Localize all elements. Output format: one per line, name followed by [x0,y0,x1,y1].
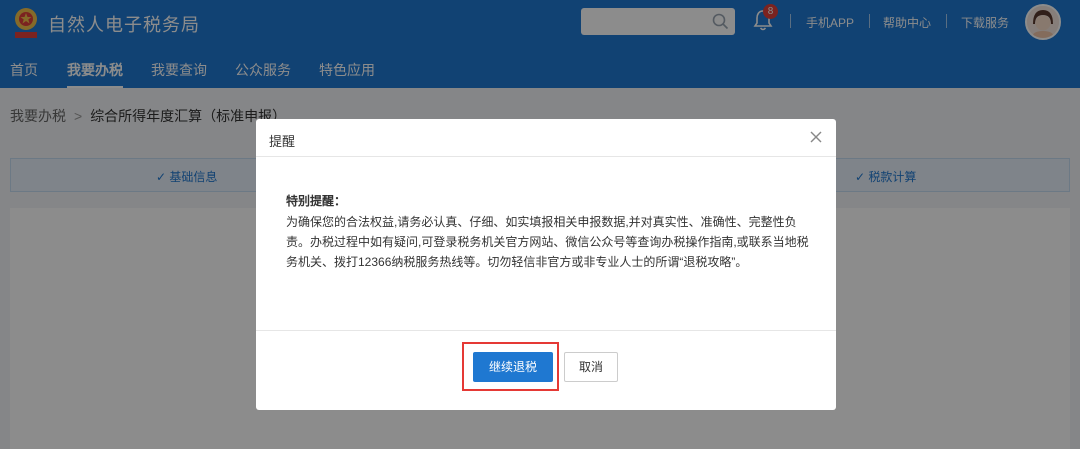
close-icon[interactable] [808,129,824,145]
notice-heading: 特别提醒： [286,194,347,208]
continue-refund-button[interactable]: 继续退税 [473,352,553,382]
dialog-title: 提醒 [269,134,296,149]
dialog-header: 提醒 [256,119,836,157]
cancel-button[interactable]: 取消 [564,352,618,382]
dialog-footer-divider [256,330,836,331]
reminder-dialog: 提醒 特别提醒： 为确保您的合法权益,请务必认真、仔细、如实填报相关申报数据,并… [256,119,836,410]
notice-text: 为确保您的合法权益,请务必认真、仔细、如实填报相关申报数据,并对真实性、准确性、… [286,215,809,269]
